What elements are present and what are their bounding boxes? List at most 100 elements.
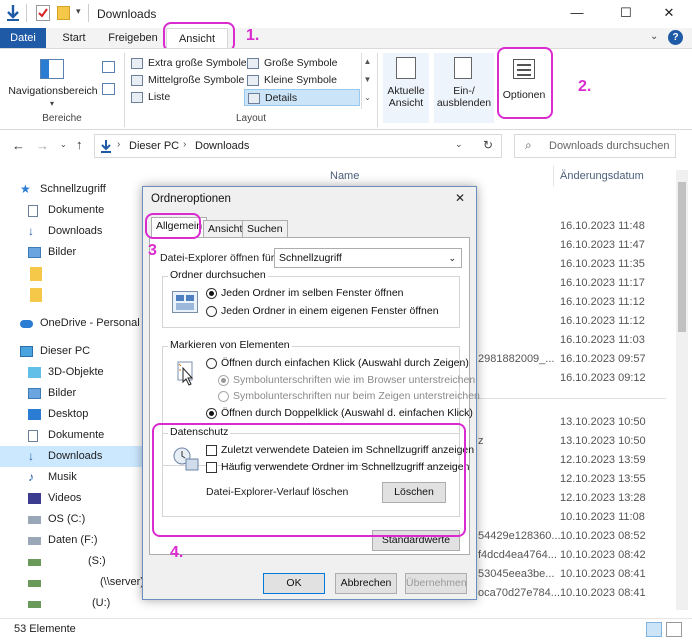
tab-suchen[interactable]: Suchen (242, 220, 288, 238)
sidebar-item-dokumente[interactable]: Dokumente (22, 200, 104, 221)
sidebar-item-downloads[interactable]: ↓ Downloads (22, 221, 102, 242)
file-name[interactable]: z (478, 431, 484, 452)
radio-new-window[interactable]: Jeden Ordner in einem eigenen Fenster öf… (206, 304, 439, 319)
show-hide-label: Ein-/ ausblenden (436, 85, 492, 109)
group-label-layout: Layout (235, 113, 267, 124)
annotation-step-1: 1. (246, 27, 260, 44)
minimize-button[interactable]: — (554, 0, 600, 28)
radio-underline-hover[interactable]: Symbolunterschriften nur beim Zeigen unt… (218, 389, 480, 404)
browse-icon (172, 291, 198, 313)
file-date: 10.10.2023 11:08 (560, 511, 645, 523)
sidebar-item-downloads-pc[interactable]: ↓ Downloads (0, 446, 142, 467)
maximize-button[interactable]: ☐ (603, 0, 649, 28)
apply-button[interactable]: Übernehmen (405, 573, 467, 594)
forward-arrow-icon[interactable]: → (36, 138, 49, 153)
breadcrumb-downloads[interactable]: Downloads (195, 140, 249, 152)
computer-icon (20, 346, 33, 357)
column-header-name[interactable]: Name (330, 170, 359, 182)
dialog-close-button[interactable]: ✕ (455, 191, 465, 205)
sidebar-item-network-server[interactable]: (\\server) (22, 572, 144, 593)
radio-underline-browser[interactable]: Symbolunterschriften wie im Browser unte… (218, 373, 475, 388)
file-date: 16.10.2023 11:03 (560, 334, 645, 346)
sidebar-item-this-pc[interactable]: Dieser PC (14, 341, 90, 362)
tab-start[interactable]: Start (54, 28, 94, 48)
details-pane-icon[interactable] (102, 83, 115, 95)
search-box[interactable]: ⌕ Downloads durchsuchen (514, 134, 676, 158)
recent-dropdown-icon[interactable]: ⌄ (60, 140, 67, 149)
properties-check-icon[interactable] (36, 5, 50, 21)
back-arrow-icon[interactable]: ← (12, 138, 25, 153)
tab-freigeben[interactable]: Freigeben (104, 28, 162, 48)
file-name[interactable]: 53045eea3be... (478, 564, 554, 585)
column-header-date[interactable]: Änderungsdatum (560, 170, 644, 182)
help-icon[interactable]: ? (668, 30, 683, 45)
quick-access-arrow-icon[interactable] (6, 4, 20, 22)
nav-pane-button[interactable]: Navigationsbereich ▾ (6, 57, 100, 109)
network-drive-icon (28, 559, 41, 566)
sidebar-item-network-s[interactable]: (S:) (22, 551, 106, 572)
desktop-icon (28, 409, 41, 420)
sidebar-item-os-c[interactable]: OS (C:) (22, 509, 85, 530)
tab-datei[interactable]: Datei (0, 28, 46, 48)
layout-small-icons[interactable]: Kleine Symbole (244, 72, 360, 89)
new-folder-icon[interactable] (57, 6, 70, 20)
sidebar-item-daten-f[interactable]: Daten (F:) (22, 530, 98, 551)
show-hide-button[interactable]: Ein-/ ausblenden (434, 53, 494, 123)
ok-button[interactable]: OK (263, 573, 325, 594)
video-icon (28, 493, 41, 504)
window-title: Downloads (97, 7, 157, 21)
file-name[interactable]: 2981882009_... (478, 349, 554, 370)
file-name[interactable]: oca70d27e784... (478, 583, 560, 604)
folder-icon[interactable] (30, 267, 42, 281)
sidebar-item-videos[interactable]: Videos (22, 488, 81, 509)
layout-scroll[interactable]: ▲ ▼ ⌄ (361, 53, 373, 109)
breadcrumb-this-pc[interactable]: Dieser PC (129, 140, 179, 152)
layout-details[interactable]: Details (244, 89, 360, 106)
download-icon: ↓ (28, 224, 34, 238)
close-button[interactable]: ✕ (646, 0, 692, 28)
layout-medium-icons[interactable]: Mittelgroße Symbole (128, 72, 244, 89)
tab-ansicht-dialog[interactable]: Ansicht (203, 220, 248, 238)
refresh-icon[interactable]: ↻ (483, 138, 493, 152)
sidebar-item-onedrive[interactable]: OneDrive - Personal (14, 313, 140, 334)
downloads-location-icon (100, 139, 112, 156)
nav-pane-icon (40, 59, 64, 79)
details-view-icon[interactable] (646, 622, 662, 637)
sidebar-item-quick-access[interactable]: ★ Schnellzugriff (14, 179, 106, 200)
cancel-button[interactable]: Abbrechen (335, 573, 397, 594)
layout-extra-large-icons[interactable]: Extra große Symbole (128, 55, 247, 72)
document-icon (28, 205, 38, 217)
star-icon: ★ (20, 182, 31, 196)
file-date: 16.10.2023 11:12 (560, 296, 645, 308)
current-view-icon (396, 57, 416, 79)
sidebar-item-network-u[interactable]: (U:) (22, 593, 110, 614)
sidebar-item-musik[interactable]: ♪ Musik (22, 467, 77, 488)
large-icons-view-icon[interactable] (666, 622, 682, 637)
collapse-ribbon-icon[interactable]: ⌄ (650, 31, 658, 42)
up-arrow-icon[interactable]: ↑ (76, 137, 83, 152)
file-name[interactable]: f4dcd4ea4764... (478, 545, 557, 566)
radio-double-click[interactable]: Öffnen durch Doppelklick (Auswahl d. ein… (206, 406, 473, 421)
sidebar-item-3d-objekte[interactable]: 3D-Objekte (22, 362, 104, 383)
network-drive-icon (28, 580, 41, 587)
address-dropdown-icon[interactable]: ⌄ (455, 139, 463, 150)
layout-large-icons[interactable]: Große Symbole (244, 55, 360, 72)
sidebar-item-bilder[interactable]: Bilder (22, 242, 76, 263)
sidebar-item-dokumente-pc[interactable]: Dokumente (22, 425, 104, 446)
current-view-button[interactable]: Aktuelle Ansicht (383, 53, 429, 123)
file-date: 13.10.2023 10:50 (560, 435, 646, 447)
file-date: 16.10.2023 11:35 (560, 258, 645, 270)
file-name[interactable]: 54429e128360... (478, 526, 561, 547)
sidebar-item-desktop[interactable]: Desktop (22, 404, 88, 425)
address-bar[interactable]: › Dieser PC › Downloads ⌄ ↻ (94, 134, 502, 158)
customize-dropdown-icon[interactable]: ▾ (76, 6, 81, 17)
open-for-select[interactable]: Schnellzugriff ⌄ (274, 248, 462, 268)
preview-pane-icon[interactable] (102, 61, 115, 73)
radio-same-window[interactable]: Jeden Ordner im selben Fenster öffnen (206, 286, 404, 301)
layout-list[interactable]: Liste (128, 89, 244, 106)
sidebar-item-bilder-pc[interactable]: Bilder (22, 383, 76, 404)
chevron-down-icon: ⌄ (448, 253, 456, 263)
folder-icon[interactable] (30, 288, 42, 302)
search-icon: ⌕ (525, 138, 532, 152)
radio-single-click[interactable]: Öffnen durch einfachen Klick (Auswahl du… (206, 356, 469, 371)
